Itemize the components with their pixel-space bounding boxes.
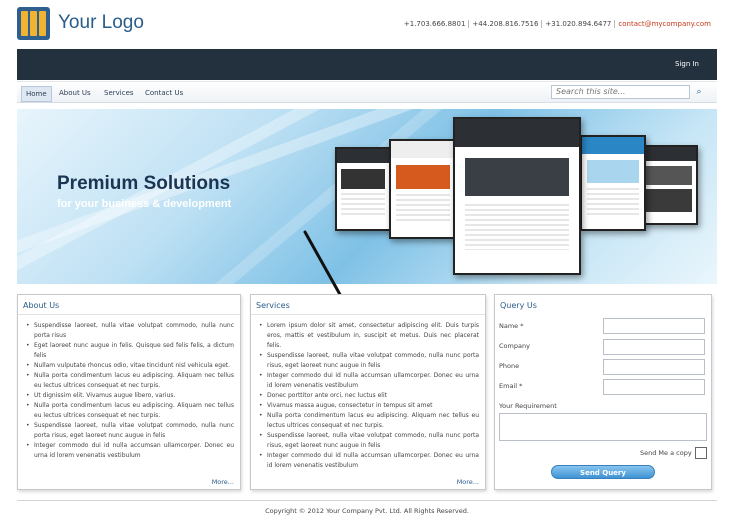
- list-item: Integer commodo dui id nulla accumsan ul…: [259, 371, 479, 391]
- list-item: Integer commodo dui id nulla accumsan ul…: [259, 451, 479, 471]
- phone-field[interactable]: [603, 359, 705, 375]
- email-label: Email *: [499, 382, 523, 390]
- list-item: Ut dignissim elit. Vivamus augue libero,…: [26, 391, 234, 401]
- company-label: Company: [499, 342, 530, 350]
- list-item: Vivamus massa augue, consectetur in temp…: [259, 401, 479, 411]
- query-panel: Query Us Name * Company Phone Email * Yo…: [494, 294, 712, 490]
- about-title: About Us: [18, 295, 240, 315]
- requirement-label: Your Requirement: [499, 402, 557, 410]
- list-item: Eget laoreet nunc augue in felis. Quisqu…: [26, 341, 234, 361]
- requirement-textarea[interactable]: [499, 413, 707, 441]
- services-list: Lorem ipsum dolor sit amet, consectetur …: [251, 315, 485, 471]
- copy-checkbox[interactable]: [695, 447, 707, 459]
- list-item: Nulla porta condimentum lacus eu adipisc…: [259, 411, 479, 431]
- about-list: Suspendisse laoreet, nulla vitae volutpa…: [18, 315, 240, 461]
- list-item: Donec porttitor ante orci, nec luctus el…: [259, 391, 479, 401]
- name-label: Name *: [499, 322, 524, 330]
- footer-copyright: Copyright © 2012 Your Company Pvt. Ltd. …: [17, 500, 717, 520]
- list-item: Nulla porta condimentum lacus eu adipisc…: [26, 371, 234, 391]
- list-item: Suspendisse laoreet, nulla vitae volutpa…: [26, 321, 234, 341]
- about-panel: About Us Suspendisse laoreet, nulla vita…: [17, 294, 241, 490]
- website-screenshot-3: [453, 117, 581, 275]
- copy-label: Send Me a copy: [640, 449, 692, 457]
- send-query-button[interactable]: Send Query: [551, 465, 655, 479]
- query-title: Query Us: [500, 301, 537, 310]
- list-item: Nulla porta condimentum lacus eu adipisc…: [26, 401, 234, 421]
- list-item: Nullam vulputate rhoncus odio, vitae tin…: [26, 361, 234, 371]
- list-item: Lorem ipsum dolor sit amet, consectetur …: [259, 321, 479, 351]
- name-field[interactable]: [603, 318, 705, 334]
- list-item: Suspendisse laoreet, nulla vitae volutpa…: [259, 351, 479, 371]
- company-field[interactable]: [603, 339, 705, 355]
- services-title: Services: [251, 295, 485, 315]
- list-item: Suspendisse laoreet, nulla vitae volutpa…: [259, 431, 479, 451]
- list-item: Suspendisse laoreet, nulla vitae volutpa…: [26, 421, 234, 441]
- services-panel: Services Lorem ipsum dolor sit amet, con…: [250, 294, 486, 490]
- phone-label: Phone: [499, 362, 520, 370]
- email-field[interactable]: [603, 379, 705, 395]
- website-screenshot-4: [580, 135, 646, 231]
- list-item: Integer commodo dui id nulla accumsan ul…: [26, 441, 234, 461]
- services-more-link[interactable]: More...: [457, 478, 479, 486]
- about-more-link[interactable]: More...: [212, 478, 234, 486]
